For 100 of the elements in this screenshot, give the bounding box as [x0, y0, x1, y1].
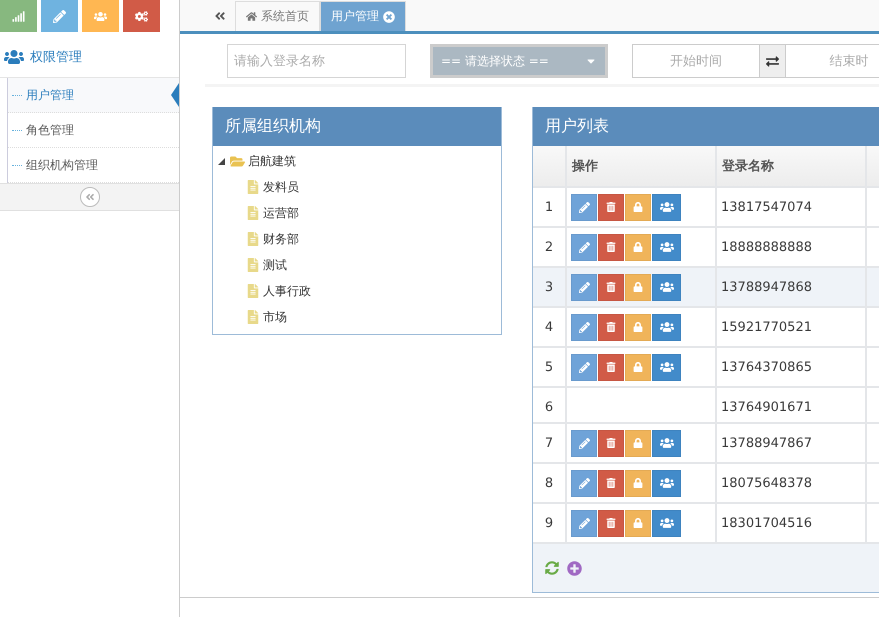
delete-button[interactable]: [598, 194, 624, 220]
assign-role-button[interactable]: [652, 314, 681, 340]
tree-node[interactable]: 启航建筑: [248, 152, 296, 170]
table-cell: 15921770521: [717, 308, 867, 346]
tree-node[interactable]: 运营部: [263, 204, 299, 222]
lock-button[interactable]: [625, 194, 651, 220]
column-header[interactable]: 操作: [567, 146, 717, 186]
trash-icon: [606, 242, 616, 252]
start-time-field[interactable]: 开始时间: [632, 44, 760, 78]
row-number: 8: [533, 464, 567, 502]
edit-button[interactable]: [571, 194, 597, 220]
file-icon: [246, 180, 260, 194]
table-row[interactable]: 8 18075648378: [533, 464, 879, 504]
tree-node[interactable]: 市场: [263, 308, 287, 326]
tree-node[interactable]: 财务部: [263, 230, 299, 248]
assign-role-button[interactable]: [652, 234, 681, 260]
row-number: 1: [533, 188, 567, 226]
users-shortcut-button[interactable]: [82, 0, 119, 32]
trash-icon: [606, 202, 616, 212]
row-number: 4: [533, 308, 567, 346]
edit-shortcut-button[interactable]: [41, 0, 78, 32]
assign-role-button[interactable]: [652, 470, 681, 496]
pencil-icon: [578, 518, 590, 528]
column-header[interactable]: 登录名称: [717, 146, 867, 186]
lock-button[interactable]: [625, 234, 651, 260]
chart-shortcut-button[interactable]: [0, 0, 37, 32]
lock-icon: [633, 518, 643, 528]
cogs-shortcut-button[interactable]: [123, 0, 160, 32]
swap-arrows-icon: [766, 54, 779, 68]
delete-button[interactable]: [598, 274, 624, 300]
table-row[interactable]: 6 13764901671: [533, 388, 879, 424]
lock-button[interactable]: [625, 274, 651, 300]
delete-button[interactable]: [598, 314, 624, 340]
lock-button[interactable]: [625, 470, 651, 496]
table-row[interactable]: 9 18301704516: [533, 504, 879, 544]
close-icon[interactable]: [383, 10, 395, 22]
refresh-icon: [545, 561, 559, 575]
users-icon: [94, 10, 107, 22]
home-icon: [246, 11, 257, 22]
delete-button[interactable]: [598, 354, 624, 380]
refresh-button[interactable]: [545, 561, 559, 575]
assign-role-button[interactable]: [652, 274, 681, 300]
expand-triangle-icon[interactable]: [218, 158, 225, 164]
delete-button[interactable]: [598, 234, 624, 260]
file-icon: [246, 258, 260, 272]
table-row[interactable]: 1 13817547074: [533, 188, 879, 228]
panel-title: 用户列表: [533, 107, 879, 146]
delete-button[interactable]: [598, 430, 624, 456]
trash-icon: [606, 322, 616, 332]
row-number: 3: [533, 268, 567, 306]
edit-button[interactable]: [571, 354, 597, 380]
lock-button[interactable]: [625, 314, 651, 340]
row-number: 7: [533, 424, 567, 462]
table-row[interactable]: 5 13764370865: [533, 348, 879, 388]
lock-button[interactable]: [625, 510, 651, 536]
users-icon: [660, 516, 674, 530]
lock-icon: [633, 322, 643, 332]
delete-button[interactable]: [598, 470, 624, 496]
end-time-field[interactable]: 结束时: [785, 44, 879, 78]
tree-node[interactable]: 人事行政: [263, 282, 311, 300]
users-icon: [660, 436, 674, 450]
table-row[interactable]: 2 18888888888: [533, 228, 879, 268]
edit-button[interactable]: [571, 274, 597, 300]
assign-role-button[interactable]: [652, 430, 681, 456]
lock-button[interactable]: [625, 354, 651, 380]
panel-title: 所属组织机构: [213, 107, 501, 146]
edit-button[interactable]: [571, 510, 597, 536]
lock-icon: [633, 478, 643, 488]
table-cell: 13788947867: [717, 424, 867, 462]
assign-role-button[interactable]: [652, 194, 681, 220]
tree-node[interactable]: 发料员: [263, 178, 299, 196]
edit-button[interactable]: [571, 470, 597, 496]
lock-icon: [633, 202, 643, 212]
login-name-field[interactable]: 请输入登录名称: [227, 44, 406, 78]
menu-group-title: 权限管理: [30, 48, 82, 66]
sidebar-item[interactable]: 用户管理: [8, 78, 179, 113]
add-button[interactable]: [567, 560, 582, 576]
edit-button[interactable]: [571, 314, 597, 340]
table-row[interactable]: 3 13788947868: [533, 268, 879, 308]
tree-node[interactable]: 测试: [263, 256, 287, 274]
table-row[interactable]: 7 13788947867: [533, 424, 879, 464]
lock-button[interactable]: [625, 430, 651, 456]
users-icon: [660, 360, 674, 374]
edit-button[interactable]: [571, 234, 597, 260]
table-cell: 13764370865: [717, 348, 867, 386]
row-number: 9: [533, 504, 567, 542]
table-cell: 18888888888: [717, 228, 867, 266]
assign-role-button[interactable]: [652, 354, 681, 380]
users-icon: [660, 200, 674, 214]
double-chevron-left-icon: [84, 192, 94, 202]
lock-icon: [633, 438, 643, 448]
assign-role-button[interactable]: [652, 510, 681, 536]
table-cell: 18075648378: [717, 464, 867, 502]
collapse-sidebar-button[interactable]: [80, 187, 100, 207]
lock-icon: [633, 362, 643, 372]
tab[interactable]: 系统首页: [235, 1, 320, 31]
delete-button[interactable]: [598, 510, 624, 536]
signal-icon: [12, 10, 25, 22]
table-row[interactable]: 4 15921770521: [533, 308, 879, 348]
edit-button[interactable]: [571, 430, 597, 456]
